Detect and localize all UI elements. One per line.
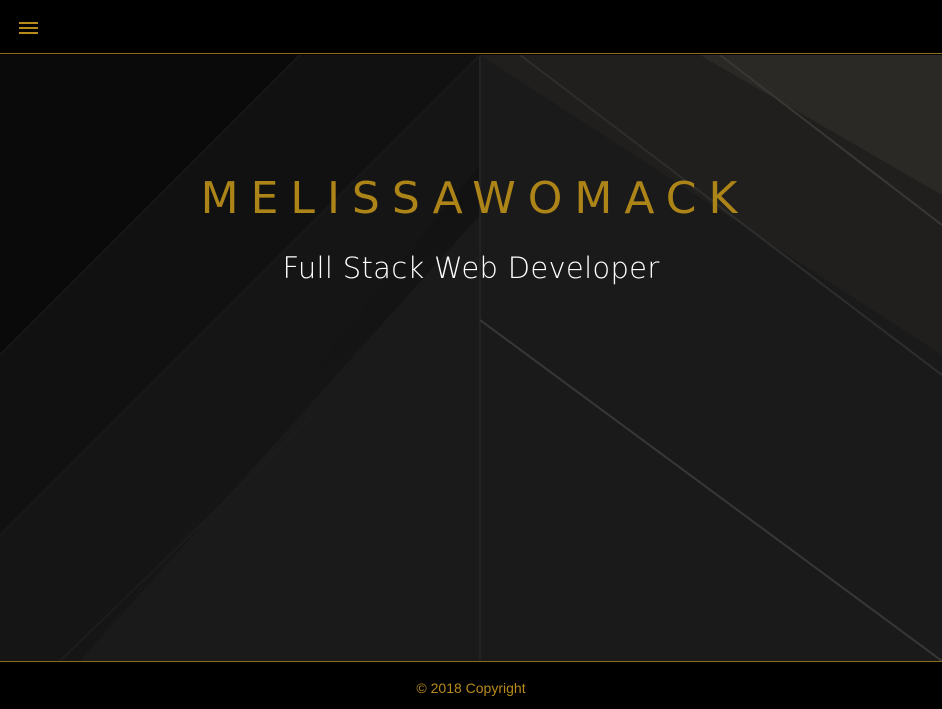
footer: © 2018 Copyright bbox=[0, 661, 942, 709]
hero-title: MELISSAWOMACK bbox=[200, 173, 750, 224]
hamburger-menu-icon[interactable] bbox=[19, 22, 41, 38]
hero-subtitle: Full Stack Web Developer bbox=[282, 251, 660, 285]
top-navbar bbox=[0, 0, 942, 54]
hero-background-image bbox=[0, 55, 942, 661]
hero-section: MELISSAWOMACK Full Stack Web Developer bbox=[0, 55, 942, 661]
copyright-text: © 2018 Copyright bbox=[416, 680, 526, 696]
